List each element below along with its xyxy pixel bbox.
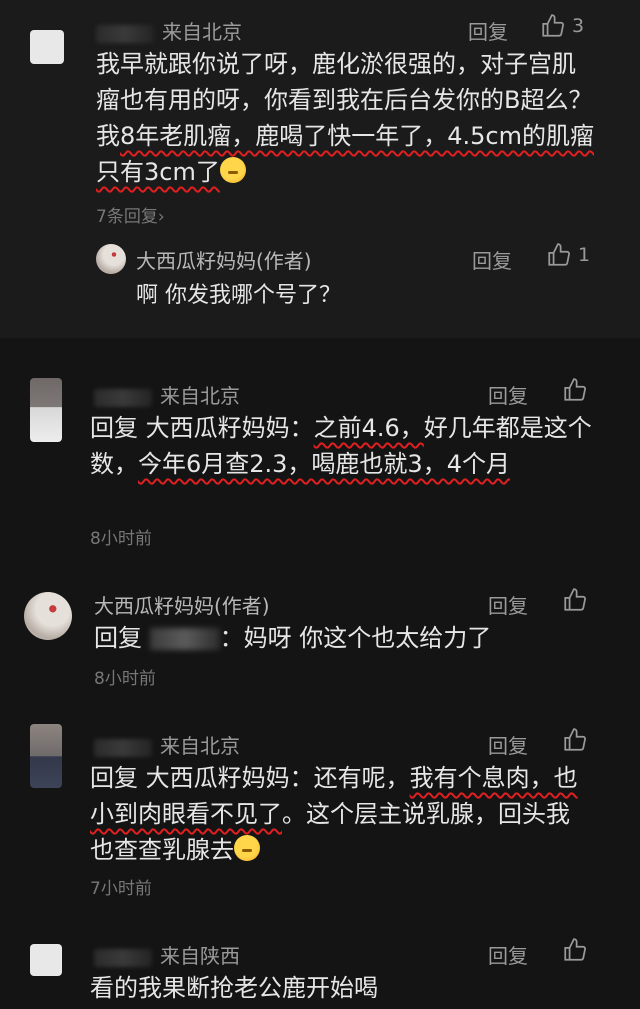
comment-text-plain: 回复 bbox=[94, 624, 142, 652]
location-label: 来自北京 bbox=[160, 734, 240, 758]
location-label: 来自北京 bbox=[160, 384, 240, 408]
author-avatar[interactable] bbox=[24, 592, 72, 640]
like-button[interactable] bbox=[562, 937, 588, 963]
thumbs-up-icon bbox=[564, 728, 586, 751]
like-button[interactable] bbox=[562, 587, 588, 613]
comment-text-highlighted: 之前4.6， bbox=[313, 414, 424, 442]
author-name-label: 大西瓜籽妈妈(作者) bbox=[94, 594, 270, 618]
thumbs-up-icon bbox=[564, 938, 586, 961]
comment-text-plain: 回复 大西瓜籽妈妈： bbox=[90, 414, 314, 442]
commenter-name[interactable]: 来自北京 bbox=[94, 380, 240, 409]
timestamp: 8小时前 bbox=[94, 669, 156, 689]
commenter-name[interactable]: 来自北京 bbox=[94, 730, 240, 759]
comment-text-plain: 回复 大西瓜籽妈妈：还有呢， bbox=[90, 764, 410, 792]
location-label: 来自陕西 bbox=[160, 944, 240, 968]
thumbs-up-icon bbox=[564, 588, 586, 611]
blurred-username bbox=[96, 24, 154, 43]
avatar[interactable] bbox=[30, 724, 62, 788]
comment-text: 回复 ：妈呀 你这个也太给力了 bbox=[94, 620, 491, 656]
reply-button[interactable]: 回复 bbox=[472, 245, 512, 274]
comment-text: 回复 大西瓜籽妈妈：之前4.6，好几年都是这个数，今年6月查2.3，喝鹿也就3，… bbox=[90, 410, 600, 482]
view-replies-link[interactable]: 7条回复› bbox=[96, 202, 165, 227]
comment-text: 我早就跟你说了呀，鹿化淤很强的，对子宫肌瘤也有用的呀，你看到我在后台发你的B超么… bbox=[96, 46, 596, 190]
commenter-name[interactable]: 来自北京 bbox=[96, 16, 242, 45]
location-label: 来自北京 bbox=[162, 20, 242, 44]
commenter-name[interactable]: 来自陕西 bbox=[94, 940, 240, 969]
like-button[interactable]: 3 bbox=[540, 13, 584, 39]
avatar[interactable] bbox=[30, 378, 62, 442]
author-name-label: 大西瓜籽妈妈(作者) bbox=[136, 249, 312, 273]
blurred-username bbox=[94, 388, 152, 407]
comment-text-highlighted: 今年6月查2.3，喝鹿也就3，4个月 bbox=[138, 450, 510, 478]
reply-button[interactable]: 回复 bbox=[468, 16, 508, 45]
timestamp: 8小时前 bbox=[90, 529, 152, 549]
author-name[interactable]: 大西瓜籽妈妈(作者) bbox=[94, 590, 270, 619]
comment-text: 看的我果断抢老公鹿开始喝 bbox=[90, 974, 378, 1002]
masked-username bbox=[149, 628, 220, 650]
comment-text-highlighted: 8年老肌瘤，鹿喝了快一年了，4.5cm的肌瘤只有3cm了 bbox=[96, 122, 595, 186]
thumbs-up-icon bbox=[548, 243, 570, 266]
like-count: 3 bbox=[572, 15, 585, 37]
comment-card-1: 来自北京 回复 3 我早就跟你说了呀，鹿化淤很强的，对子宫肌瘤也有用的呀，你看到… bbox=[0, 0, 640, 338]
thinking-emoji-icon bbox=[234, 835, 260, 861]
author-avatar[interactable] bbox=[96, 244, 126, 274]
thumbs-up-icon bbox=[564, 378, 586, 401]
reply-button[interactable]: 回复 bbox=[488, 590, 528, 619]
like-button[interactable] bbox=[562, 727, 588, 753]
like-button[interactable] bbox=[562, 377, 588, 403]
like-button[interactable]: 1 bbox=[546, 242, 590, 268]
reply-button[interactable]: 回复 bbox=[488, 940, 528, 969]
blurred-username bbox=[94, 738, 152, 757]
avatar[interactable] bbox=[30, 944, 62, 976]
comment-text-plain: ：妈呀 你这个也太给力了 bbox=[219, 624, 492, 652]
thinking-emoji-icon bbox=[219, 157, 246, 183]
timestamp: 7小时前 bbox=[90, 879, 152, 899]
reply-button[interactable]: 回复 bbox=[488, 380, 528, 409]
thumbs-up-icon bbox=[542, 14, 564, 37]
blurred-username bbox=[94, 948, 152, 967]
author-name[interactable]: 大西瓜籽妈妈(作者) bbox=[136, 245, 312, 274]
reply-text: 啊 你发我哪个号了？ bbox=[136, 283, 341, 308]
avatar[interactable] bbox=[30, 30, 64, 64]
like-count: 1 bbox=[578, 244, 591, 266]
comment-text: 回复 大西瓜籽妈妈：还有呢，我有个息肉，也小到肉眼看不见了。这个层主说乳腺，回头… bbox=[90, 760, 590, 868]
reply-button[interactable]: 回复 bbox=[488, 730, 528, 759]
